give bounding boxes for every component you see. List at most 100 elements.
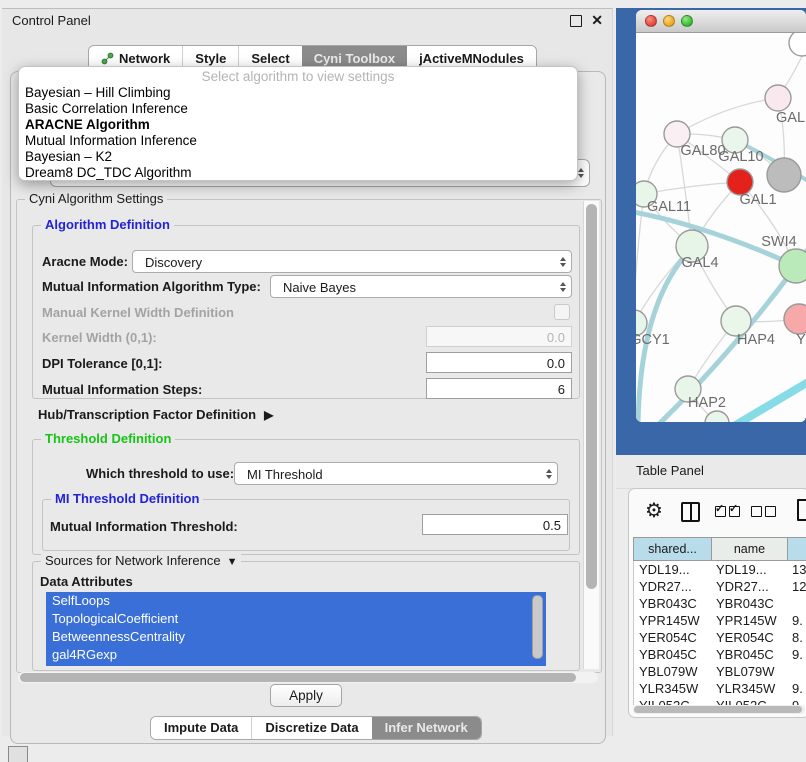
node-y-cut[interactable] bbox=[784, 304, 806, 334]
dpi-tolerance-field[interactable]: 0.0 bbox=[426, 352, 572, 373]
network-graph: GAL GAL80 GAL10 GAL1 GAL11 SWI4 GAL4 GCY… bbox=[636, 33, 806, 422]
hub-definition-label: Hub/Transcription Factor Definition bbox=[38, 407, 256, 422]
scrollbar-thumb[interactable] bbox=[586, 204, 597, 589]
show-column-checked-icon[interactable] bbox=[715, 506, 726, 517]
tab-label: Cyni Toolbox bbox=[314, 51, 395, 66]
attribute-item[interactable]: SelfLoops bbox=[46, 592, 546, 610]
node-label: GAL10 bbox=[718, 149, 763, 165]
table-row[interactable]: YDR27...YDR27...12 bbox=[634, 578, 806, 595]
document-icon[interactable] bbox=[797, 499, 806, 521]
float-window-icon[interactable] bbox=[570, 15, 582, 27]
algorithm-option[interactable]: Mutual Information Inference bbox=[19, 133, 577, 149]
manual-kernel-label: Manual Kernel Width Definition bbox=[42, 305, 234, 320]
tab-label: Style bbox=[195, 51, 226, 66]
which-threshold-combo[interactable]: MI Threshold bbox=[234, 462, 558, 485]
aracne-mode-combo[interactable]: Discovery bbox=[132, 250, 572, 273]
table-body: YDL19...YDL19...13 YDR27...YDR27...12 YB… bbox=[633, 561, 806, 705]
table-panel-header: Table Panel bbox=[616, 455, 806, 489]
panel-title: Control Panel bbox=[12, 13, 91, 28]
dpi-tolerance-label: DPI Tolerance [0,1]: bbox=[42, 356, 162, 371]
table-panel-title: Table Panel bbox=[636, 463, 704, 478]
which-threshold-value: MI Threshold bbox=[247, 467, 323, 482]
group-title: Cyni Algorithm Settings bbox=[25, 191, 167, 206]
combo-spinner-icon bbox=[560, 282, 566, 292]
node-gray[interactable] bbox=[767, 158, 801, 192]
network-icon bbox=[101, 52, 114, 65]
tab-discretize-data[interactable]: Discretize Data bbox=[251, 717, 371, 739]
algorithm-option[interactable]: Basic Correlation Inference bbox=[19, 101, 577, 117]
table-row[interactable]: YDL19...YDL19...13 bbox=[634, 561, 806, 578]
node[interactable] bbox=[789, 33, 806, 56]
control-panel-header: Control Panel ✕ bbox=[2, 9, 612, 33]
node-label: GAL1 bbox=[739, 192, 776, 208]
table-horizontal-scrollbar[interactable] bbox=[633, 705, 805, 714]
mi-threshold-field[interactable]: 0.5 bbox=[422, 514, 568, 535]
mi-threshold-label: Mutual Information Threshold: bbox=[50, 519, 238, 534]
tab-impute-data[interactable]: Impute Data bbox=[151, 717, 251, 739]
apply-button[interactable]: Apply bbox=[270, 684, 342, 707]
algorithm-option[interactable]: Dream8 DC_TDC Algorithm bbox=[19, 165, 577, 181]
hide-column-unchecked-icon[interactable] bbox=[765, 506, 776, 517]
algorithm-option[interactable]: Bayesian – Hill Climbing bbox=[19, 85, 577, 101]
column-header-cut[interactable] bbox=[787, 538, 806, 560]
node-gal-cut[interactable] bbox=[765, 85, 791, 111]
settings-vertical-scrollbar[interactable] bbox=[583, 201, 599, 669]
table-row[interactable]: YLR345WYLR345W9. bbox=[634, 680, 806, 697]
list-scrollbar-thumb[interactable] bbox=[532, 595, 543, 659]
panel-corner-button[interactable] bbox=[8, 746, 28, 762]
algorithm-option[interactable]: Bayesian – K2 bbox=[19, 149, 577, 165]
columns-icon[interactable] bbox=[681, 502, 700, 522]
manual-kernel-checkbox[interactable] bbox=[554, 304, 570, 320]
column-header-shared[interactable]: shared... bbox=[634, 538, 711, 560]
kernel-width-field[interactable]: 0.0 bbox=[426, 326, 572, 347]
application-root: Control Panel ✕ Network Style Select Cyn… bbox=[0, 0, 806, 762]
table-row[interactable]: YBR043CYBR043C bbox=[634, 595, 806, 612]
node-swi4[interactable] bbox=[779, 249, 806, 283]
close-traffic-light-icon[interactable] bbox=[645, 15, 657, 27]
table-toolbar: ⚙ bbox=[629, 489, 806, 537]
settings-horizontal-scrollbar[interactable] bbox=[18, 672, 598, 683]
tab-label: Network bbox=[119, 51, 170, 66]
hide-column-unchecked-icon[interactable] bbox=[751, 506, 762, 517]
table-row[interactable]: YER054CYER054C8. bbox=[634, 629, 806, 646]
tab-infer-network[interactable]: Infer Network bbox=[372, 717, 481, 739]
close-icon[interactable]: ✕ bbox=[591, 12, 603, 29]
mi-threshold-title: MI Threshold Definition bbox=[51, 491, 203, 506]
node[interactable] bbox=[705, 411, 729, 422]
combo-spinner-icon bbox=[546, 469, 552, 479]
sources-toggle[interactable]: Sources for Network Inference▼ bbox=[41, 553, 241, 568]
node-label: HAP2 bbox=[688, 395, 726, 411]
node-table: shared... name YDL19...YDL19...13 YDR27.… bbox=[633, 537, 806, 705]
mi-steps-field[interactable]: 6 bbox=[426, 378, 572, 399]
column-header-name[interactable]: name bbox=[711, 538, 787, 560]
tab-label: Select bbox=[251, 51, 289, 66]
mi-steps-label: Mutual Information Steps: bbox=[42, 382, 202, 397]
gear-icon[interactable]: ⚙ bbox=[645, 501, 663, 521]
popup-placeholder: Select algorithm to view settings bbox=[19, 69, 577, 85]
attribute-item[interactable]: TopologicalCoefficient bbox=[46, 610, 546, 628]
attribute-item[interactable]: gal4RGexp bbox=[46, 646, 546, 664]
table-row[interactable]: YPR145WYPR145W9. bbox=[634, 612, 806, 629]
hub-definition-toggle[interactable]: Hub/Transcription Factor Definition ▶ bbox=[38, 407, 273, 422]
table-row[interactable]: YIL052CYIL052C9 bbox=[634, 697, 806, 705]
scrollbar-thumb[interactable] bbox=[634, 706, 802, 713]
node-label: GCY1 bbox=[636, 332, 670, 348]
network-view-window: GAL GAL80 GAL10 GAL1 GAL11 SWI4 GAL4 GCY… bbox=[636, 10, 806, 422]
aracne-mode-value: Discovery bbox=[145, 255, 202, 270]
kernel-width-label: Kernel Width (0,1): bbox=[42, 330, 157, 345]
which-threshold-label: Which threshold to use: bbox=[86, 466, 234, 481]
scrollbar-thumb[interactable] bbox=[20, 673, 576, 682]
collapse-arrow-icon: ▶ bbox=[264, 408, 273, 422]
mi-type-combo[interactable]: Naive Bayes bbox=[270, 275, 572, 298]
table-row[interactable]: YBL079WYBL079W bbox=[634, 663, 806, 680]
show-column-checked-icon[interactable] bbox=[729, 506, 740, 517]
table-row[interactable]: YBR045CYBR045C9. bbox=[634, 646, 806, 663]
node-label: GAL bbox=[776, 110, 805, 126]
network-canvas[interactable]: GAL GAL80 GAL10 GAL1 GAL11 SWI4 GAL4 GCY… bbox=[636, 33, 806, 422]
minimize-traffic-light-icon[interactable] bbox=[663, 15, 675, 27]
attribute-item[interactable]: BetweennessCentrality bbox=[46, 628, 546, 646]
network-window-titlebar[interactable] bbox=[636, 10, 806, 33]
algorithm-option-selected[interactable]: ARACNE Algorithm bbox=[19, 117, 577, 133]
expand-arrow-icon: ▼ bbox=[227, 556, 238, 568]
zoom-traffic-light-icon[interactable] bbox=[681, 15, 693, 27]
